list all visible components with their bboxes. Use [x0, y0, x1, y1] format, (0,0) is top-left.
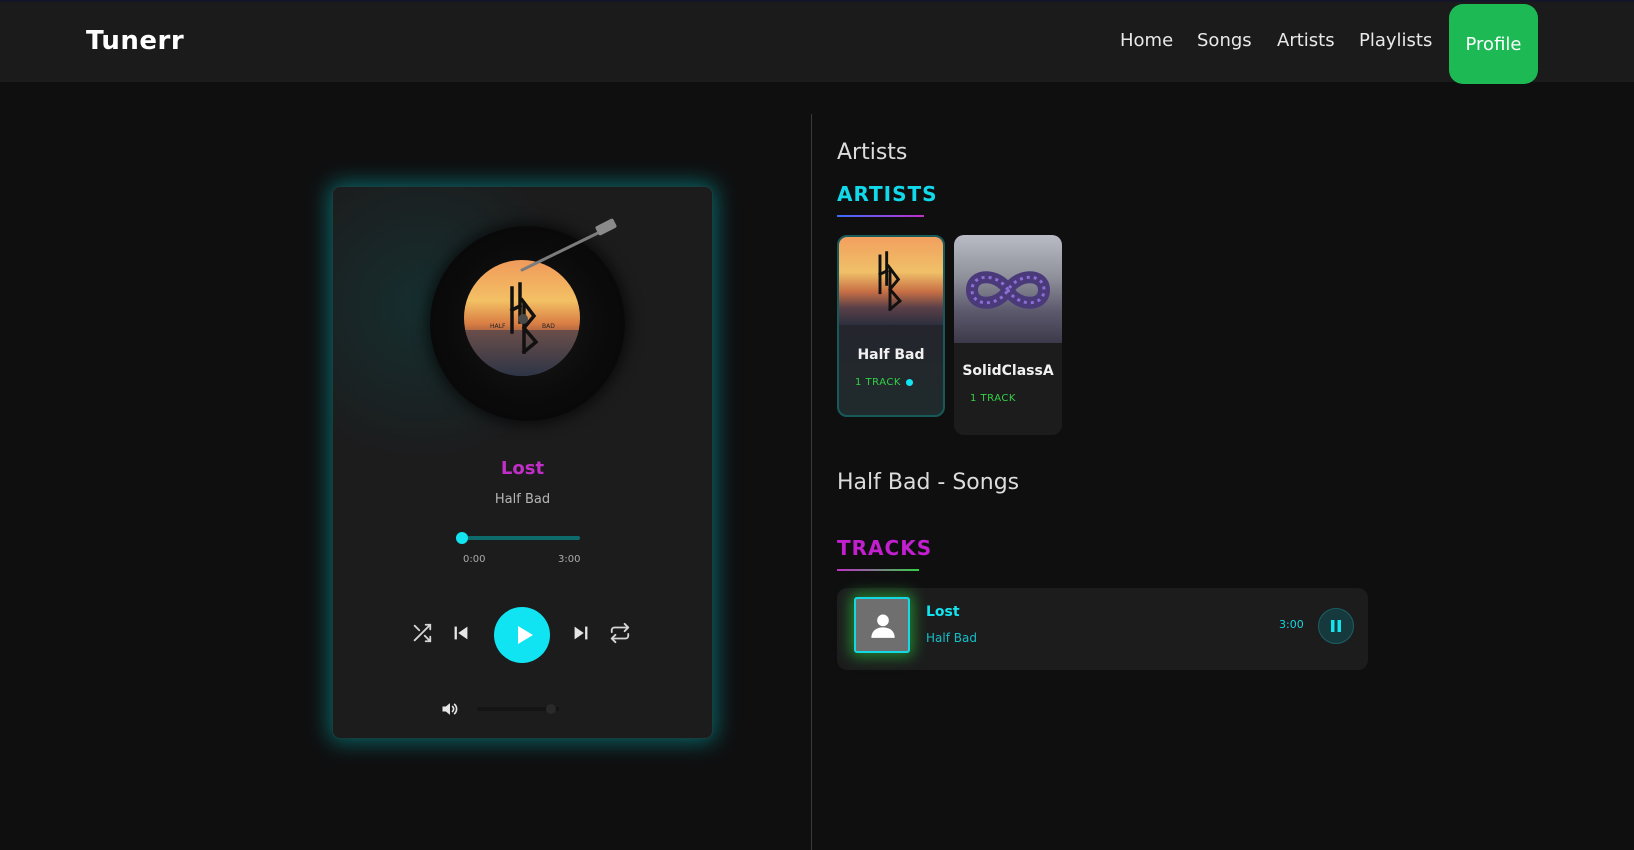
nav-playlists[interactable]: Playlists	[1359, 30, 1432, 51]
artists-heading: Artists	[837, 140, 908, 165]
artist-name: Half Bad	[857, 347, 925, 363]
nav-songs[interactable]: Songs	[1197, 30, 1252, 51]
cover-text-right: BAD	[542, 323, 555, 330]
now-playing-card: HALF BAD Lost Half Bad 0:00 3:00	[332, 186, 713, 739]
track-artist: Half Bad	[926, 631, 977, 645]
repeat-icon[interactable]	[609, 622, 631, 644]
tracks-badge-underline	[837, 569, 919, 571]
artists-badge-underline	[837, 215, 924, 217]
track-duration: 3:00	[1279, 618, 1304, 631]
artists-badge: ARTISTS	[837, 182, 938, 206]
track-title: Lost	[926, 604, 960, 620]
tonearm-icon	[520, 218, 617, 272]
active-indicator	[906, 379, 913, 386]
nav-home[interactable]: Home	[1120, 30, 1173, 51]
shuffle-icon[interactable]	[411, 622, 433, 644]
profile-button[interactable]: Profile	[1449, 4, 1538, 84]
play-button[interactable]	[494, 607, 550, 663]
artist-image-half-bad	[839, 237, 943, 325]
skip-previous-icon[interactable]	[450, 622, 472, 644]
volume-slider[interactable]	[477, 704, 559, 714]
artist-track-count: 1 TRACK	[855, 377, 901, 388]
infinity-icon	[965, 271, 1051, 309]
time-current: 0:00	[463, 554, 486, 565]
songs-heading: Half Bad - Songs	[837, 470, 1020, 495]
brand-logo[interactable]: Tunerr	[86, 26, 184, 56]
nav-artists[interactable]: Artists	[1277, 30, 1335, 51]
track-row[interactable]: Lost Half Bad 3:00	[837, 588, 1368, 670]
play-icon	[518, 626, 533, 644]
time-total: 3:00	[558, 554, 581, 565]
now-playing-artist: Half Bad	[494, 492, 551, 507]
volume-thumb[interactable]	[545, 704, 556, 714]
artist-card-solidclassa[interactable]: SolidClassA 1 TRACK	[954, 235, 1062, 435]
user-icon	[871, 614, 895, 638]
vertical-divider	[811, 114, 812, 850]
progress-thumb[interactable]	[456, 532, 468, 544]
skip-next-icon[interactable]	[570, 622, 592, 644]
tracks-badge: TRACKS	[837, 536, 933, 560]
top-navbar: Tunerr Home Songs Artists Playlists Prof…	[0, 0, 1634, 84]
artist-name: SolidClassA	[962, 363, 1054, 379]
artist-logo-icon	[878, 251, 903, 311]
pause-button[interactable]	[1318, 608, 1354, 644]
artist-track-count: 1 TRACK	[970, 393, 1016, 404]
progress-bar[interactable]	[456, 532, 580, 544]
artist-card-half-bad[interactable]: Half Bad 1 TRACK	[837, 235, 945, 417]
track-thumbnail	[854, 597, 910, 653]
now-playing-title: Lost	[500, 458, 545, 479]
cover-text-left: HALF	[490, 323, 506, 330]
volume-icon[interactable]	[440, 699, 460, 719]
pause-icon	[1331, 620, 1341, 632]
artist-image-solidclassa	[954, 235, 1062, 343]
vinyl-spindle	[518, 314, 528, 324]
